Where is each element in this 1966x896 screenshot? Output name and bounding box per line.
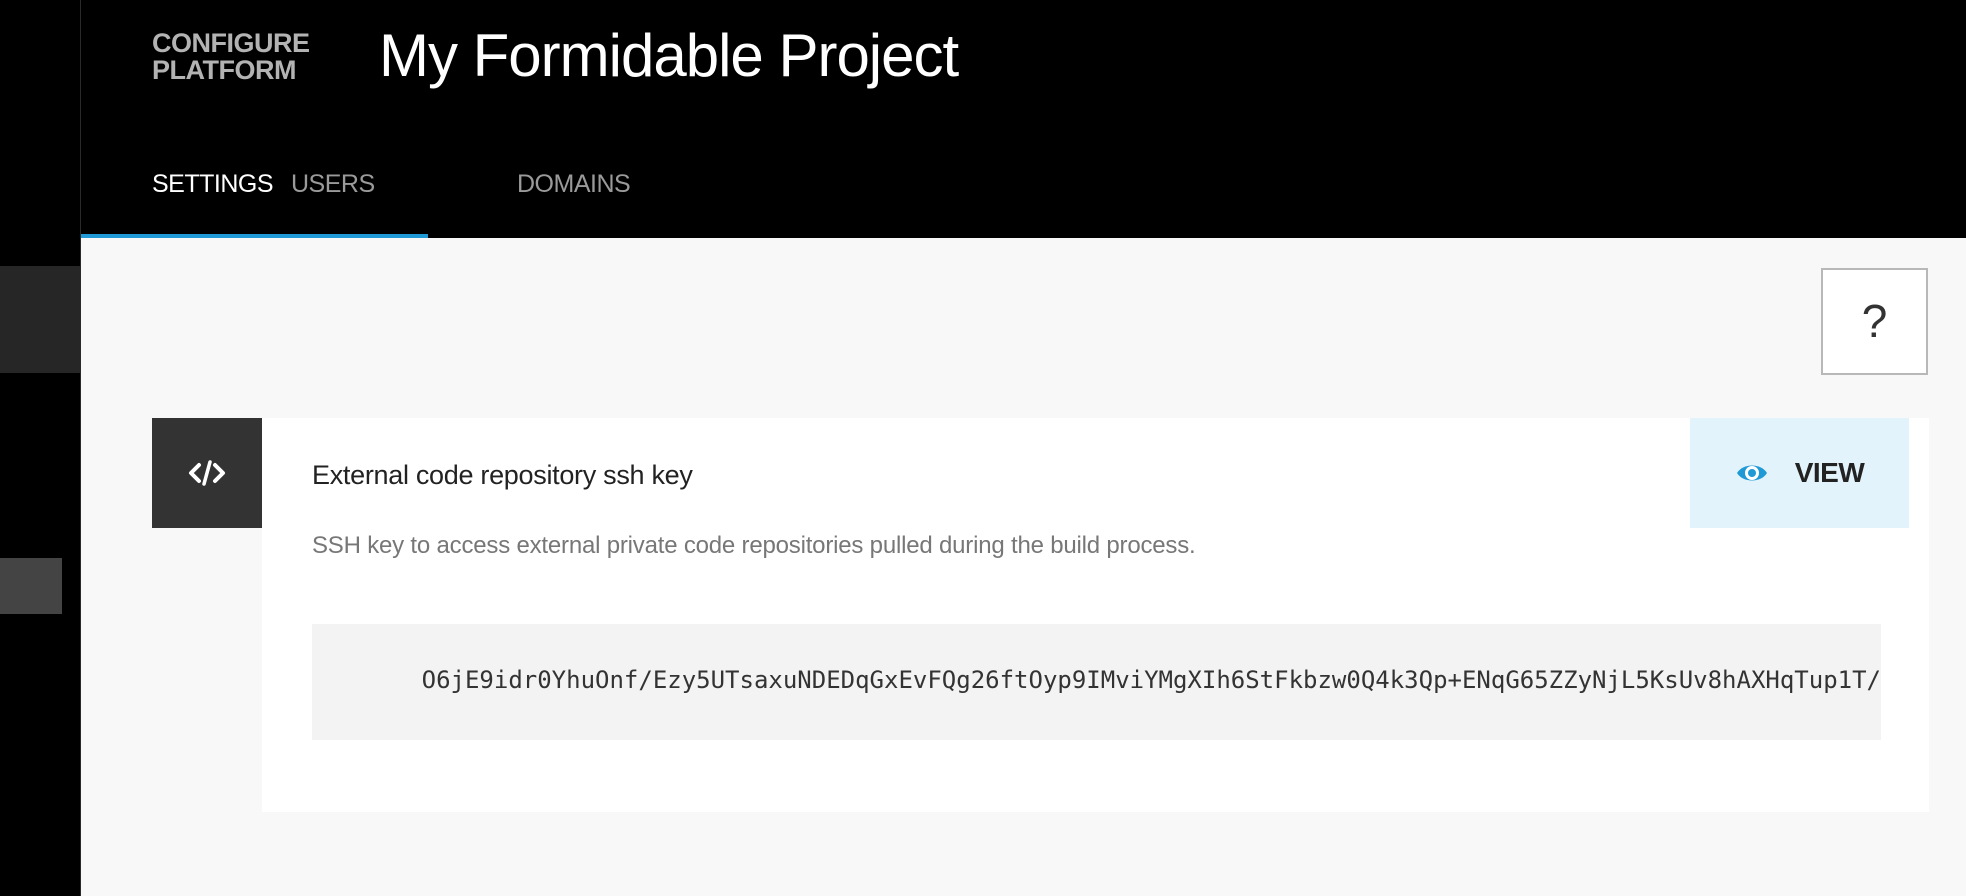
- tab-settings-label: SETTINGS: [152, 170, 274, 198]
- brand-line-1: CONFIGURE: [152, 28, 310, 58]
- help-button[interactable]: ?: [1821, 268, 1928, 375]
- code-icon-tile: [152, 418, 262, 528]
- tab-users-label: USERS: [291, 170, 375, 198]
- header: CONFIGURE PLATFORM My Formidable Project…: [81, 0, 1966, 238]
- ssh-key-value: O6jE9idr0YhuOnf/Ezy5UTsaxuNDEDqGxEvFQg26…: [421, 666, 1881, 694]
- eye-icon: [1736, 465, 1767, 481]
- left-rail: [0, 0, 81, 896]
- ssh-key-card: External code repository ssh key VIEW SS…: [262, 418, 1929, 812]
- main-content: ? External code repository ssh key VIEW …: [81, 238, 1966, 896]
- brand-line-2: PLATFORM: [152, 55, 296, 85]
- brand-logo[interactable]: CONFIGURE PLATFORM: [152, 30, 310, 84]
- code-icon: [189, 460, 225, 486]
- tab-settings[interactable]: SETTINGS: [81, 164, 428, 238]
- view-button-label: VIEW: [1794, 457, 1865, 488]
- tab-bar: SETTINGS USERS DOMAINS: [81, 164, 667, 238]
- rail-section: [0, 266, 80, 614]
- tab-domains-label: DOMAINS: [517, 170, 631, 198]
- view-button[interactable]: VIEW: [1690, 418, 1909, 528]
- rail-item[interactable]: [0, 558, 62, 614]
- card-description: SSH key to access external private code …: [312, 532, 1196, 559]
- tab-users[interactable]: USERS: [291, 164, 517, 238]
- card-title: External code repository ssh key: [312, 460, 693, 490]
- help-icon: ?: [1861, 295, 1888, 347]
- ssh-key-field[interactable]: O6jE9idr0YhuOnf/Ezy5UTsaxuNDEDqGxEvFQg26…: [312, 624, 1881, 740]
- page-title: My Formidable Project: [379, 22, 959, 89]
- tab-domains[interactable]: DOMAINS: [517, 164, 667, 238]
